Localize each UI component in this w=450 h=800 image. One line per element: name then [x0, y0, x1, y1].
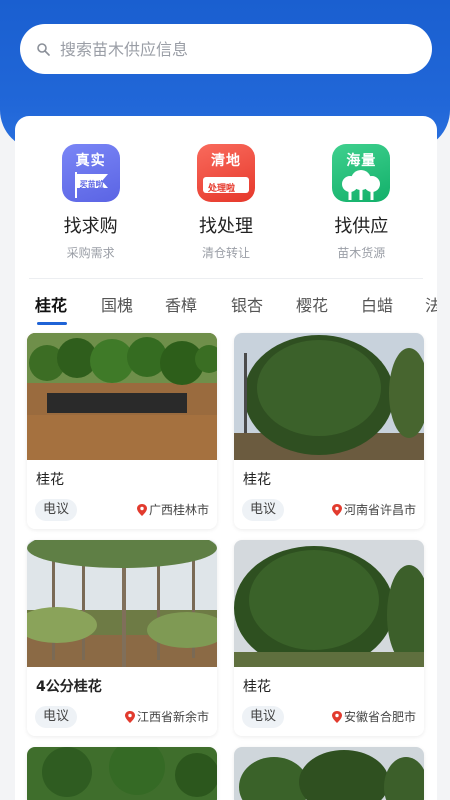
product-card[interactable]: [234, 747, 424, 800]
purchase-icon: 真实 买苗啦: [61, 144, 120, 202]
location-pin-icon: [331, 503, 342, 516]
location-pin-icon: [331, 710, 342, 723]
supply-icon-badge: 海量: [346, 153, 377, 169]
search-bar[interactable]: [20, 24, 432, 74]
product-photo: [27, 540, 217, 667]
clearance-icon-banner-text: 处理啦: [207, 184, 235, 194]
purchase-icon-badge: 真实: [75, 153, 106, 169]
product-photo: [234, 333, 424, 460]
product-name: 桂花: [243, 472, 271, 488]
tab-yinxing[interactable]: 银杏: [231, 292, 263, 316]
quick-action-title: 找供应: [334, 216, 389, 237]
search-input[interactable]: [60, 39, 400, 59]
divider: [29, 278, 423, 279]
tab-guihua[interactable]: 桂花: [35, 292, 67, 316]
price-badge: 电议: [35, 706, 78, 728]
product-card[interactable]: [27, 747, 217, 800]
tab-yinghua[interactable]: 樱花: [296, 292, 328, 316]
product-name: 桂花: [243, 679, 271, 695]
clearance-icon-badge: 清地: [210, 153, 241, 169]
product-card[interactable]: 桂花 电议 河南省许昌市: [234, 333, 424, 529]
product-location: 河南省许昌市: [331, 501, 416, 518]
quick-action-supply[interactable]: 海量 找供应 苗木货源: [301, 144, 421, 264]
quick-action-purchase[interactable]: 真实 买苗啦 找求购 采购需求: [31, 144, 151, 264]
product-name: 桂花: [36, 472, 64, 488]
tab-guohuai[interactable]: 国槐: [101, 292, 133, 316]
location-text: 河南省许昌市: [343, 503, 416, 517]
quick-action-title: 找处理: [198, 216, 253, 237]
tab-xiangzhang[interactable]: 香樟: [165, 292, 197, 316]
location-pin-icon: [124, 710, 135, 723]
product-location: 安徽省合肥市: [331, 708, 416, 725]
product-card[interactable]: 桂花 电议 安徽省合肥市: [234, 540, 424, 736]
purchase-icon-flag-text: 买苗啦: [79, 180, 104, 189]
tab-fa[interactable]: 法: [425, 292, 437, 316]
quick-action-subtitle: 苗木货源: [337, 246, 386, 260]
tab-bala[interactable]: 白蜡: [361, 292, 393, 316]
quick-actions: 真实 买苗啦 找求购 采购需求 清地 处理啦 找处理 清仓转让 海量 找供应 苗…: [15, 144, 437, 264]
trees-graphic: [342, 170, 381, 200]
product-photo: [27, 747, 217, 800]
price-badge: 电议: [242, 706, 285, 728]
location-text: 江西省新余市: [136, 710, 209, 724]
price-badge: 电议: [35, 499, 78, 521]
product-location: 江西省新余市: [124, 708, 209, 725]
search-icon: [37, 43, 50, 56]
active-tab-indicator: [37, 322, 67, 325]
quick-action-subtitle: 采购需求: [66, 246, 115, 260]
product-photo: [234, 747, 424, 800]
product-name: 4公分桂花: [36, 679, 102, 695]
quick-action-clearance[interactable]: 清地 处理啦 找处理 清仓转让: [166, 144, 286, 264]
product-location: 广西桂林市: [136, 501, 209, 518]
product-card[interactable]: 4公分桂花 电议 江西省新余市: [27, 540, 217, 736]
location-text: 广西桂林市: [148, 503, 209, 517]
product-card[interactable]: 桂花 电议 广西桂林市: [27, 333, 217, 529]
product-photo: [27, 333, 217, 460]
quick-action-subtitle: 清仓转让: [201, 246, 250, 260]
quick-action-title: 找求购: [63, 216, 118, 237]
price-badge: 电议: [242, 499, 285, 521]
location-text: 安徽省合肥市: [343, 710, 416, 724]
clearance-icon: 清地 处理啦: [196, 144, 255, 202]
product-photo: [234, 540, 424, 670]
location-pin-icon: [136, 503, 147, 516]
supply-tree-icon: 海量: [332, 144, 391, 202]
category-tabs: 桂花 国槐 香樟 银杏 樱花 白蜡 法: [15, 292, 437, 328]
